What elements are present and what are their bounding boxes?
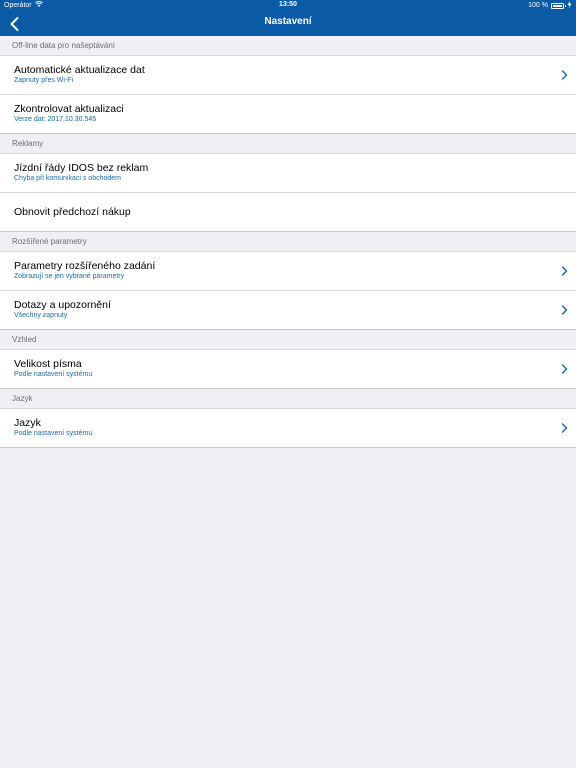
chevron-right-icon <box>561 266 568 276</box>
section-header-language: Jazyk <box>0 389 576 409</box>
charging-icon <box>567 1 572 10</box>
row-subtitle: Chyba při komunikaci s obchodem <box>14 175 121 182</box>
chevron-right-icon <box>561 364 568 374</box>
row-restore-purchase[interactable]: Obnovit předchozí nákup <box>0 193 576 232</box>
row-title: Zkontrolovat aktualizaci <box>14 103 124 115</box>
chevron-right-icon <box>561 423 568 433</box>
status-time: 13:50 <box>279 1 297 8</box>
row-title: Parametry rozšířeného zadání <box>14 260 156 272</box>
chevron-right-icon <box>561 70 568 80</box>
row-title: Automatické aktualizace dat <box>14 64 145 76</box>
row-title: Obnovit předchozí nákup <box>14 206 131 218</box>
row-subtitle: Podle nastavení systému <box>14 430 93 437</box>
status-bar: Operátor 13:50 100 % <box>0 0 576 12</box>
section-header-ads: Reklamy <box>0 134 576 154</box>
top-bar: Operátor 13:50 100 % Nastavení <box>0 0 576 36</box>
row-subtitle: Všechny zapnuty <box>14 312 68 319</box>
section-header-offline-data: Off-line data pro našeptávání <box>0 36 576 56</box>
battery-percent: 100 % <box>528 2 548 9</box>
row-auto-update[interactable]: Automatické aktualizace dat Zapnuty přes… <box>0 56 576 95</box>
row-subtitle: Zapnuty přes Wi-Fi <box>14 77 74 84</box>
row-no-ads[interactable]: Jízdní řády IDOS bez reklam Chyba při ko… <box>0 154 576 193</box>
row-subtitle: Verze dat: 2017.10.30.545 <box>14 116 97 123</box>
row-check-update[interactable]: Zkontrolovat aktualizaci Verze dat: 2017… <box>0 95 576 134</box>
row-queries-alerts[interactable]: Dotazy a upozornění Všechny zapnuty <box>0 291 576 330</box>
row-subtitle: Zobrazují se jen vybrané parametry <box>14 273 125 280</box>
row-title: Dotazy a upozornění <box>14 299 111 311</box>
page-title: Nastavení <box>264 16 312 27</box>
row-advanced-params[interactable]: Parametry rozšířeného zadání Zobrazují s… <box>0 252 576 291</box>
section-header-advanced: Rozšířené parametry <box>0 232 576 252</box>
row-title: Jazyk <box>14 417 41 429</box>
row-font-size[interactable]: Velikost písma Podle nastavení systému <box>0 350 576 389</box>
battery-icon <box>551 2 566 9</box>
settings-list: Off-line data pro našeptávání Automatick… <box>0 36 576 448</box>
row-subtitle: Podle nastavení systému <box>14 371 93 378</box>
nav-bar: Nastavení <box>0 12 576 36</box>
row-language[interactable]: Jazyk Podle nastavení systému <box>0 409 576 448</box>
row-title: Jízdní řády IDOS bez reklam <box>14 162 149 174</box>
status-right: 100 % <box>528 1 572 10</box>
chevron-right-icon <box>561 305 568 315</box>
section-header-appearance: Vzhled <box>0 330 576 350</box>
row-title: Velikost písma <box>14 358 82 370</box>
